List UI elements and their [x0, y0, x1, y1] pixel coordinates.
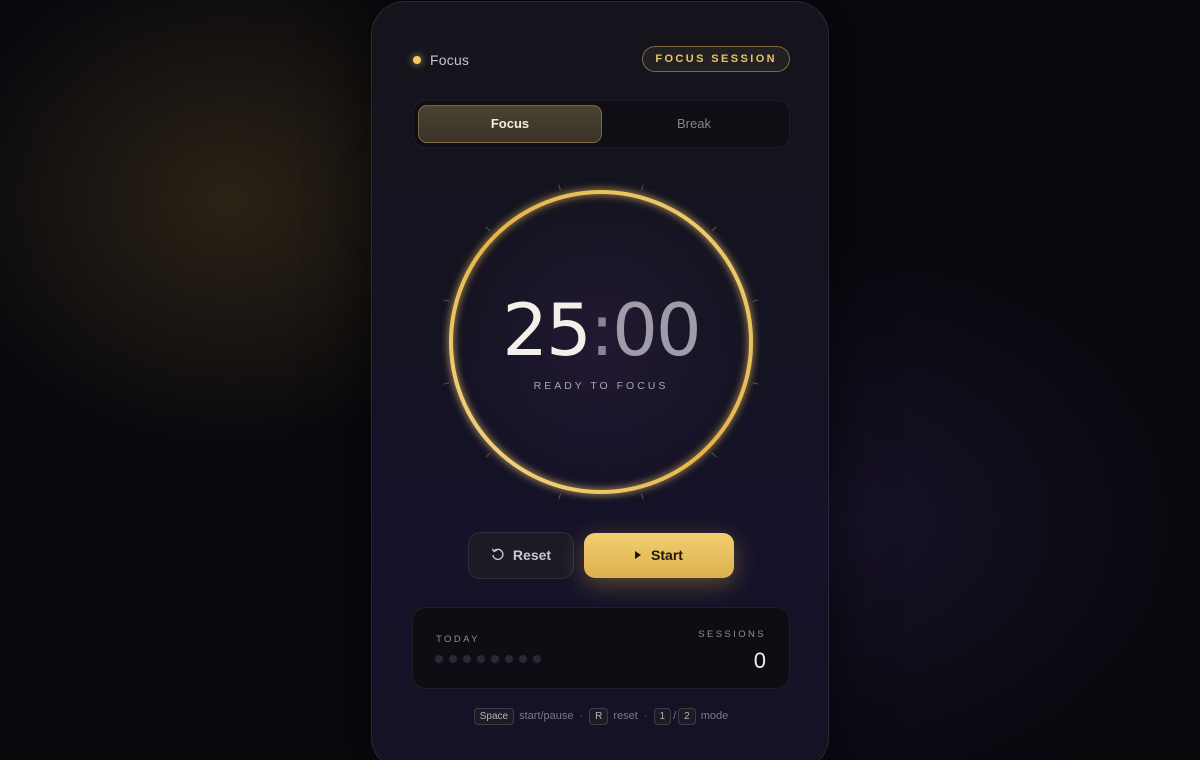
- today-dot: [463, 655, 471, 663]
- today-dot: [491, 655, 499, 663]
- time-seconds: 00: [612, 288, 702, 372]
- dial-tick: [641, 493, 644, 500]
- session-badge: FOCUS SESSION: [642, 46, 790, 72]
- today-dot: [505, 655, 513, 663]
- key-slash: /: [673, 710, 677, 722]
- start-button[interactable]: Start: [584, 533, 734, 578]
- play-icon: [635, 551, 642, 559]
- timer-card: Focus FOCUS SESSION Focus Break 25:00 RE…: [371, 1, 829, 760]
- time-colon: :: [589, 288, 614, 372]
- mode-indicator-dot: [413, 56, 421, 64]
- dial-tick: [558, 493, 561, 500]
- tab-focus[interactable]: Focus: [418, 105, 602, 143]
- today-dot: [435, 655, 443, 663]
- shortcut-separator: ·: [643, 710, 648, 722]
- shortcut-separator: ·: [579, 710, 584, 722]
- time-display: 25:00: [441, 290, 761, 370]
- timer-status: READY TO FOCUS: [533, 380, 669, 392]
- key-2: 2: [678, 708, 696, 725]
- today-dot: [519, 655, 527, 663]
- reset-label: Reset: [512, 547, 552, 563]
- mode-toggle: Focus Break: [413, 100, 790, 148]
- dial-tick: [711, 452, 717, 458]
- timer-dial: 25:00 READY TO FOCUS: [441, 182, 761, 502]
- reset-icon: [491, 548, 504, 561]
- start-label: Start: [651, 547, 683, 563]
- dial-tick: [485, 226, 491, 232]
- dial-tick: [485, 452, 491, 458]
- dial-tick: [558, 184, 561, 191]
- today-dot: [449, 655, 457, 663]
- today-dot: [533, 655, 541, 663]
- key-1: 1: [653, 708, 672, 725]
- dial-tick: [641, 184, 644, 191]
- key-r: R: [589, 708, 609, 725]
- keyboard-shortcuts: Space start/pause · Rreset · 1/2 mode: [372, 707, 828, 725]
- tab-break[interactable]: Break: [602, 105, 786, 143]
- today-label: TODAY: [436, 634, 480, 645]
- key-space: Space: [473, 708, 515, 725]
- mode-label: Focus: [430, 52, 470, 68]
- sessions-label: SESSIONS: [698, 629, 766, 640]
- dial-tick: [711, 226, 717, 232]
- time-minutes: 25: [502, 288, 592, 372]
- shortcut-mode: mode: [700, 710, 729, 722]
- sessions-count: 0: [753, 648, 766, 673]
- card-header: Focus FOCUS SESSION: [410, 46, 790, 74]
- reset-button[interactable]: Reset: [468, 532, 574, 579]
- today-dot: [477, 655, 485, 663]
- shortcut-reset: reset: [613, 710, 638, 722]
- today-progress-dots: [435, 655, 547, 663]
- stats-panel: TODAY SESSIONS 0: [412, 607, 790, 689]
- shortcut-start-pause: start/pause: [519, 710, 574, 722]
